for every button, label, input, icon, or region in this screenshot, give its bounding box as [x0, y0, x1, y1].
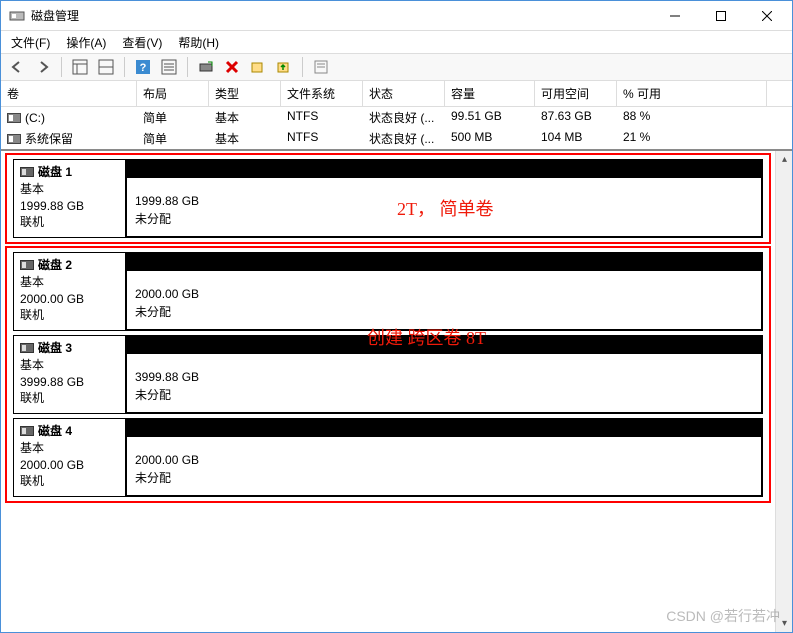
volume-name: (C:): [25, 111, 45, 125]
disk-icon: [20, 343, 34, 353]
view1-icon[interactable]: [70, 57, 90, 77]
disk-row[interactable]: 磁盘 1 基本 1999.88 GB 联机 1999.88 GB 未分配: [13, 159, 763, 238]
volume-icon: [7, 134, 21, 144]
annotation-text-2: 创建 跨区卷 8T: [367, 324, 486, 350]
app-icon: [9, 8, 25, 24]
disk-icon: [20, 167, 34, 177]
menu-action[interactable]: 操作(A): [60, 32, 112, 53]
col-layout[interactable]: 布局: [137, 81, 209, 106]
list-icon[interactable]: [159, 57, 179, 77]
annotation-box-1: 磁盘 1 基本 1999.88 GB 联机 1999.88 GB 未分配 2T，…: [5, 153, 771, 244]
refresh-icon[interactable]: [196, 57, 216, 77]
watermark: CSDN @若行若冲: [666, 606, 780, 626]
menu-help[interactable]: 帮助(H): [172, 32, 225, 53]
col-capacity[interactable]: 容量: [445, 81, 535, 106]
partition-header-bar: [126, 253, 762, 271]
vertical-scrollbar[interactable]: ▴ ▾: [775, 151, 792, 632]
col-free[interactable]: 可用空间: [535, 81, 617, 106]
disk-icon: [20, 260, 34, 270]
partition-header-bar: [126, 419, 762, 437]
help-icon[interactable]: ?: [133, 57, 153, 77]
annotation-box-2: 磁盘 2 基本 2000.00 GB 联机 2000.00 GB 未分配 创建 …: [5, 246, 771, 503]
annotation-text-1: 2T， 简单卷: [397, 195, 494, 221]
col-status[interactable]: 状态: [363, 81, 445, 106]
disk-icon: [20, 426, 34, 436]
volume-row[interactable]: 系统保留 简单 基本 NTFS 状态良好 (... 500 MB 104 MB …: [1, 128, 792, 149]
menu-view[interactable]: 查看(V): [116, 32, 168, 53]
partition-header-bar: [126, 160, 762, 178]
svg-text:?: ?: [140, 62, 147, 74]
maximize-button[interactable]: [698, 2, 744, 30]
volume-row[interactable]: (C:) 简单 基本 NTFS 状态良好 (... 99.51 GB 87.63…: [1, 107, 792, 128]
menu-file[interactable]: 文件(F): [5, 32, 56, 53]
col-fs[interactable]: 文件系统: [281, 81, 363, 106]
col-type[interactable]: 类型: [209, 81, 281, 106]
disk-name: 磁盘 2: [38, 257, 72, 274]
partition-unallocated[interactable]: 3999.88 GB 未分配: [126, 354, 762, 413]
scroll-up-icon[interactable]: ▴: [776, 151, 792, 168]
toolbar: ?: [1, 53, 792, 81]
forward-button[interactable]: [33, 57, 53, 77]
disk-name: 磁盘 3: [38, 340, 72, 357]
back-button[interactable]: [7, 57, 27, 77]
volume-list[interactable]: 卷 布局 类型 文件系统 状态 容量 可用空间 % 可用 (C:) 简单 基本 …: [1, 81, 792, 151]
minimize-button[interactable]: [652, 2, 698, 30]
action1-icon[interactable]: [248, 57, 268, 77]
close-button[interactable]: [744, 2, 790, 30]
disk-row[interactable]: 磁盘 4 基本 2000.00 GB 联机 2000.00 GB 未分配: [13, 418, 763, 497]
disk-graphical-view: 磁盘 1 基本 1999.88 GB 联机 1999.88 GB 未分配 2T，…: [1, 151, 792, 632]
disk-row[interactable]: 磁盘 2 基本 2000.00 GB 联机 2000.00 GB 未分配: [13, 252, 763, 331]
disk-name: 磁盘 4: [38, 423, 72, 440]
disk-management-window: 磁盘管理 文件(F) 操作(A) 查看(V) 帮助(H) ? 卷 布局: [0, 0, 793, 633]
partition-unallocated[interactable]: 2000.00 GB 未分配: [126, 437, 762, 496]
volume-name: 系统保留: [25, 130, 73, 147]
volume-icon: [7, 113, 21, 123]
column-headers: 卷 布局 类型 文件系统 状态 容量 可用空间 % 可用: [1, 81, 792, 107]
disk-name: 磁盘 1: [38, 164, 72, 181]
titlebar[interactable]: 磁盘管理: [1, 1, 792, 31]
delete-icon[interactable]: [222, 57, 242, 77]
menubar: 文件(F) 操作(A) 查看(V) 帮助(H): [1, 31, 792, 53]
partition-unallocated[interactable]: 2000.00 GB 未分配: [126, 271, 762, 330]
properties-icon[interactable]: [311, 57, 331, 77]
view2-icon[interactable]: [96, 57, 116, 77]
window-title: 磁盘管理: [31, 7, 652, 24]
action2-icon[interactable]: [274, 57, 294, 77]
col-pctfree[interactable]: % 可用: [617, 81, 767, 106]
col-volume[interactable]: 卷: [1, 81, 137, 106]
